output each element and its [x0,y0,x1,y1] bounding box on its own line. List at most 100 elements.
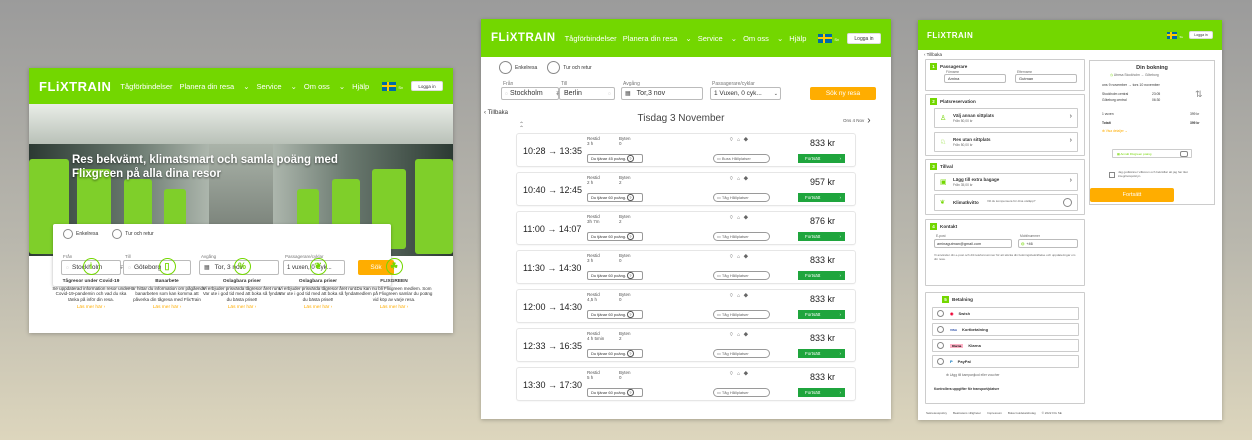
payment-klarna[interactable]: Klarna Klarna [932,339,1079,352]
points-badge: Du tjänar 60 poäng. ? [587,349,643,358]
climate-option[interactable]: ❦ Klimatkvitto Vill du kompensera för di… [934,194,1078,211]
terms-checkbox[interactable] [1109,172,1115,178]
hand-icon: ☘ [385,258,403,275]
stops-selector[interactable]: ▭ Buss Hållplatser [713,154,770,163]
home-screen: FLiXTRAIN Tågförbindelser Planera din re… [29,68,453,333]
booking-title: Din bokning [1136,65,1168,71]
changes: Byten 2 [619,331,631,341]
extra-bag-option[interactable]: ▣ Lägg till extra bagage Från 35,00 kr › [934,173,1078,191]
hero-image: Res bekvämt, klimatsmart och samla poäng… [29,104,453,286]
collapse-icon[interactable]: ⌃ ⌃ [519,122,524,132]
info-icon: i [82,258,100,275]
stops-selector[interactable]: ▭ Tåg Hållplatser [713,310,770,319]
continue-button[interactable]: Fortsätt › [798,349,845,358]
date-field[interactable]: ▦ Tor,3 nov [621,87,703,100]
read-more-link[interactable]: Läs mer här › [278,305,358,311]
sweden-flag-icon[interactable] [382,81,397,91]
departure-arrival-time: 11:00 → 14:07 [523,224,582,234]
duration: Restid 3 h [587,136,600,146]
continue-button[interactable]: Fortsätt [1090,188,1174,202]
main-nav: Tågförbindelser Planera din resa ⌄ Servi… [565,34,813,43]
continue-button[interactable]: Fortsätt › [798,388,845,397]
result-row[interactable]: 10:28 → 13:35 Restid 3 h Byten 0 Du tjänar 45… [517,134,855,166]
stops-selector[interactable]: ▭ Tåg Hållplatser [713,349,770,358]
nav-item-about[interactable]: Om oss ⌄ [304,82,345,91]
duration: Restid 2 h [587,175,600,185]
login-button[interactable]: Logga in [847,32,881,44]
return-radio[interactable] [547,61,561,74]
result-row[interactable]: 11:00 → 14:07 Restid 3h 7m Byten 2 Du tjänar … [517,212,855,244]
flixgreen-points[interactable]: ▦ Anmäl Flixgreen poäng [1112,149,1192,158]
continue-button[interactable]: Fortsätt › [798,193,845,202]
amenity-icons: ⌔ ⌂ ◆ [729,254,750,260]
result-row[interactable]: 10:40 → 12:45 Restid 2 h Byten 2 Du tjänar 60… [517,173,855,205]
nav-item-about[interactable]: Om oss ⌄ [743,34,783,43]
no-seat-icon: ♘ [940,139,947,146]
nav-item-help[interactable]: Hjälp [352,82,369,91]
location-pin-icon: ◌ [608,90,611,97]
result-row[interactable]: 12:00 → 14:30 Restid 4,5 h Byten 0 Du tjänar … [517,290,855,322]
payment-paypal[interactable]: P PayPal [932,355,1079,368]
read-more-link[interactable]: Läs mer här › [51,305,131,311]
first-name-field[interactable]: Amina [944,74,1006,83]
language-selector[interactable]: Sv [834,37,839,42]
continue-button[interactable]: Fortsätt › [798,271,845,280]
logo[interactable]: FLiXTRAIN [491,32,556,44]
nav-item-service[interactable]: Service ⌄ [698,34,737,43]
climate-radio[interactable] [1063,198,1072,207]
seat-option-none[interactable]: ♘ Res utan sittplats Från 50,00 kr › [934,132,1078,152]
stops-selector[interactable]: ▭ Tåg Hållplatser [713,388,770,397]
chevron-right-icon: › [839,312,842,317]
header: FLiXTRAIN Sv Logga in [918,20,1222,50]
login-button[interactable]: Logga in [1189,31,1213,39]
read-more-link[interactable]: Läs mer här › [354,305,434,311]
new-search-button[interactable]: Sök ny resa [810,87,876,100]
language-selector[interactable]: Sv [1179,35,1183,39]
next-day-link[interactable]: Ons 4 Nov › [843,115,871,126]
passengers-field[interactable]: 1 Vuxen, 0 cyk... ⌄ [710,87,781,100]
nav-item-connections[interactable]: Tågförbindelser [565,34,617,43]
help-icon: ? [627,194,634,201]
read-more-link[interactable]: Läs mer här › [202,305,282,311]
feature-prices: % Oslagbara priser Vi erbjuder prisvärda… [202,258,282,311]
back-link[interactable]: ‹ Tillbaka [924,52,942,57]
one-way-radio[interactable] [63,229,73,239]
logo[interactable]: FLiXTRAIN [39,79,111,94]
login-button[interactable]: Logga in [411,81,443,91]
amenity-icons: ⌔ ⌂ ◆ [729,371,750,377]
nav-item-plan[interactable]: Planera din resa ⌄ [180,82,250,91]
seat-option-choose[interactable]: ♙ Välj annan sittplats Från 50,00 kr › [934,108,1078,128]
stops-selector[interactable]: ▭ Tåg Hållplatser [713,271,770,280]
result-row[interactable]: 12:33 → 16:35 Restid 4 h 5min Byten 2 Du tjän… [517,329,855,361]
show-details-link[interactable]: ⊕ Visa detaljer ⌄ [1102,129,1127,133]
stops-selector[interactable]: ▭ Tåg Hållplatser [713,232,770,241]
nav-item-connections[interactable]: Tågförbindelser [120,82,172,91]
voucher-link[interactable]: ⊕ Lägg till kampanjkod eller voucher [946,373,1000,377]
language-selector[interactable]: Sv [398,85,403,90]
sweden-flag-icon[interactable] [818,33,833,43]
stops-selector[interactable]: ▭ Tåg Hållplatser [713,193,770,202]
sweden-flag-icon[interactable] [1167,31,1178,39]
continue-button[interactable]: Fortsätt › [798,232,845,241]
points-badge: Du tjänar 60 poäng. ? [587,310,643,319]
seat-icon: ♙ [940,115,947,122]
to-field[interactable]: Berlin ◌ [559,87,615,100]
nav-item-service[interactable]: Service ⌄ [257,82,297,91]
return-radio[interactable] [112,229,123,239]
continue-button[interactable]: Fortsätt › [798,310,845,319]
result-row[interactable]: 11:30 → 14:30 Restid 3 h Byten 0 Du tjänar 60… [517,251,855,283]
payment-swish[interactable]: ◉ Swish [932,307,1079,320]
read-more-link[interactable]: Läs mer här › [127,305,207,311]
result-row[interactable]: 13:30 → 17:30 Restid 5 h Byten 0 Du tjänar 60… [517,368,855,400]
payment-card[interactable]: VISA Kortbetalning [932,323,1079,336]
phone-field[interactable]: ◍ +46 [1018,239,1078,248]
points-badge: Du tjänar 60 poäng. ? [587,271,643,280]
logo[interactable]: FLiXTRAIN [927,31,973,40]
email-field[interactable]: aminagutman@gmail.com [934,239,1012,248]
nav-item-plan[interactable]: Planera din resa ⌄ [623,34,692,43]
continue-button[interactable]: Fortsätt › [798,154,845,163]
one-way-radio[interactable] [499,61,512,74]
from-field[interactable]: ◌ Stockholm [501,87,559,100]
nav-item-help[interactable]: Hjälp [789,34,806,43]
last-name-field[interactable]: Gutman [1015,74,1077,83]
